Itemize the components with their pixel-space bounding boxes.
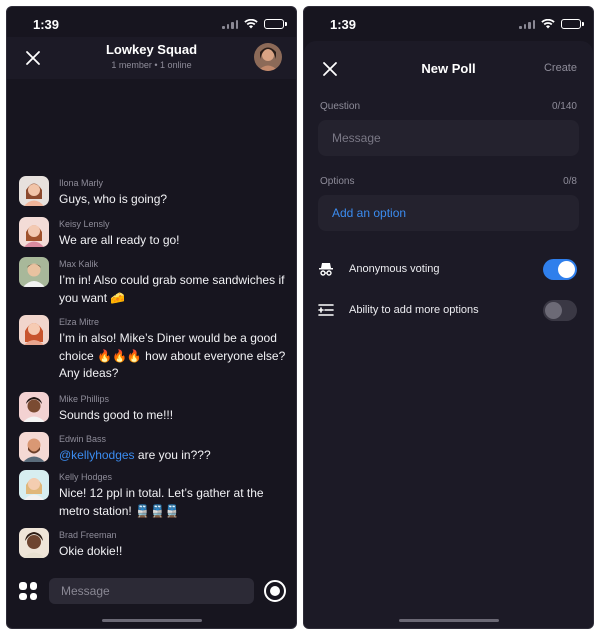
status-time: 1:39 bbox=[33, 17, 60, 32]
options-counter: 0/8 bbox=[563, 176, 577, 187]
setting-add-more-options: Ability to add more options bbox=[318, 300, 577, 322]
anonymous-voting-toggle[interactable] bbox=[543, 259, 577, 280]
apps-grid-icon[interactable] bbox=[19, 582, 37, 600]
create-button[interactable]: Create bbox=[544, 62, 577, 74]
message-author: Mike Phillips bbox=[59, 394, 110, 404]
avatar[interactable] bbox=[19, 315, 49, 345]
chat-screen: 1:39 Lowkey Squad 1 member • 1 online Il… bbox=[6, 6, 297, 629]
message-author: Keisy Lensly bbox=[59, 219, 110, 229]
message-text: I’m in! Also could grab some sandwiches … bbox=[59, 273, 285, 305]
battery-icon bbox=[561, 19, 584, 29]
mention-link[interactable]: @kellyhodges bbox=[59, 448, 135, 462]
message-text: Guys, who is going? bbox=[59, 192, 168, 206]
setting-label: Anonymous voting bbox=[349, 263, 440, 275]
status-bar: 1:39 bbox=[304, 7, 593, 45]
avatar[interactable] bbox=[19, 217, 49, 247]
status-icons bbox=[222, 19, 287, 29]
add-list-icon bbox=[318, 304, 334, 316]
avatar[interactable] bbox=[19, 257, 49, 287]
status-time: 1:39 bbox=[330, 17, 357, 32]
avatar[interactable] bbox=[19, 528, 49, 558]
home-indicator bbox=[101, 619, 202, 622]
home-indicator bbox=[398, 619, 499, 622]
message-input[interactable] bbox=[49, 578, 254, 604]
message-text: I’m in also! Mike’s Diner would be a goo… bbox=[59, 331, 286, 380]
message-author: Max Kalik bbox=[59, 259, 99, 269]
wifi-icon bbox=[244, 19, 258, 29]
avatar[interactable] bbox=[19, 470, 49, 500]
signal-icon bbox=[519, 19, 535, 29]
message-text: We are all ready to go! bbox=[59, 233, 180, 247]
avatar[interactable] bbox=[19, 176, 49, 206]
signal-icon bbox=[222, 19, 238, 29]
wifi-icon bbox=[541, 19, 555, 29]
add-option-button[interactable]: Add an option bbox=[318, 195, 579, 231]
message-author: Elza Mitre bbox=[59, 317, 100, 327]
message-composer bbox=[7, 576, 296, 606]
add-more-options-toggle[interactable] bbox=[543, 300, 577, 321]
anonymous-icon bbox=[319, 263, 333, 276]
message-author: Ilona Marly bbox=[59, 178, 104, 188]
message-author: Brad Freeman bbox=[59, 530, 117, 540]
question-label: Question bbox=[320, 101, 361, 112]
setting-anonymous-voting: Anonymous voting bbox=[318, 259, 577, 281]
group-avatar[interactable] bbox=[254, 43, 282, 71]
message-text: Okie dokie!! bbox=[59, 544, 123, 558]
record-icon[interactable] bbox=[264, 580, 286, 602]
question-counter: 0/140 bbox=[551, 101, 577, 112]
battery-icon bbox=[264, 19, 287, 29]
chat-title: Lowkey Squad bbox=[105, 42, 198, 57]
message-text: Nice! 12 ppl in total. Let’s gather at t… bbox=[59, 486, 264, 518]
options-label: Options bbox=[320, 176, 355, 187]
status-icons bbox=[519, 19, 584, 29]
message-author: Edwin Bass bbox=[59, 434, 107, 444]
message-author: Kelly Hodges bbox=[59, 472, 113, 482]
question-input[interactable] bbox=[318, 120, 579, 156]
avatar[interactable] bbox=[19, 432, 49, 462]
toggle-knob bbox=[545, 302, 562, 319]
setting-label: Ability to add more options bbox=[349, 304, 479, 316]
poll-sheet: New Poll Create Question 0/140 Options 0… bbox=[304, 41, 593, 628]
toggle-knob bbox=[558, 261, 575, 278]
message-text-rest: are you in??? bbox=[134, 448, 211, 462]
avatar[interactable] bbox=[19, 392, 49, 422]
chat-header: Lowkey Squad 1 member • 1 online bbox=[7, 37, 296, 79]
message-text: @kellyhodges are you in??? bbox=[59, 447, 288, 465]
message-text: Sounds good to me!!! bbox=[59, 408, 174, 422]
new-poll-screen: 1:39 New Poll Create Question 0/140 Opti… bbox=[303, 6, 594, 629]
chat-subtitle: 1 member • 1 online bbox=[111, 60, 192, 70]
